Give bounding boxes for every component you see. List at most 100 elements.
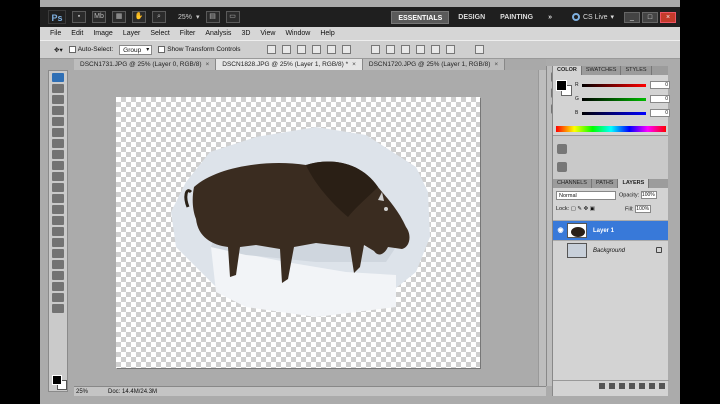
hand-icon[interactable]: ✋ (132, 11, 146, 23)
blur-tool-icon[interactable] (52, 205, 64, 214)
path-selection-tool-icon[interactable] (52, 249, 64, 258)
align-left-icon[interactable] (311, 45, 321, 54)
close-icon[interactable]: × (205, 61, 209, 68)
menu-file[interactable]: File (50, 30, 61, 37)
blend-mode-dropdown[interactable]: Normal (556, 191, 616, 200)
bridge-icon[interactable]: ▪ (72, 11, 86, 23)
layer-row-layer-1[interactable]: ◉ Layer 1 (553, 220, 668, 240)
auto-align-icon[interactable] (474, 45, 484, 54)
distribute-right-icon[interactable] (445, 45, 455, 54)
align-right-icon[interactable] (341, 45, 351, 54)
align-vcenter-icon[interactable] (281, 45, 291, 54)
tab-paths[interactable]: PATHS (592, 179, 619, 188)
align-bottom-icon[interactable] (296, 45, 306, 54)
menu-3d[interactable]: 3D (241, 30, 250, 37)
close-icon[interactable]: × (494, 61, 498, 68)
layer-row-background[interactable]: Background (553, 240, 668, 260)
visibility-eye-icon[interactable]: ◉ (556, 226, 565, 235)
view-extras-icon[interactable]: ▦ (112, 11, 126, 23)
menu-analysis[interactable]: Analysis (205, 30, 231, 37)
menu-select[interactable]: Select (150, 30, 169, 37)
new-group-icon[interactable] (639, 382, 645, 389)
layer-name[interactable]: Background (593, 241, 625, 261)
blue-ramp[interactable] (582, 112, 646, 115)
move-tool-icon[interactable] (52, 73, 64, 82)
distribute-hcenter-icon[interactable] (430, 45, 440, 54)
zoom-tool-icon[interactable] (52, 304, 64, 313)
mini-bridge-icon[interactable]: Mb (92, 11, 106, 23)
auto-select-checkbox[interactable]: Auto-Select: (68, 45, 113, 53)
distribute-vcenter-icon[interactable] (385, 45, 395, 54)
healing-brush-tool-icon[interactable] (52, 139, 64, 148)
lock-transparency-icon[interactable]: ▢ (571, 206, 576, 212)
cs-live-button[interactable]: CS Live ▾ (571, 13, 614, 21)
eraser-tool-icon[interactable] (52, 183, 64, 192)
distribute-left-icon[interactable] (415, 45, 425, 54)
tab-styles[interactable]: STYLES (621, 66, 652, 75)
lock-position-icon[interactable]: ✥ (584, 206, 589, 212)
masks-icon[interactable] (557, 162, 567, 172)
auto-select-dropdown[interactable]: Group (119, 44, 153, 55)
tab-dscn1731[interactable]: DSCN1731.JPG @ 25% (Layer 0, RGB/8) × (74, 59, 217, 70)
crop-tool-icon[interactable] (52, 117, 64, 126)
green-slider[interactable]: G 0 (575, 95, 670, 103)
brush-tool-icon[interactable] (52, 150, 64, 159)
marquee-tool-icon[interactable] (52, 84, 64, 93)
menu-view[interactable]: View (260, 30, 275, 37)
show-transform-checkbox[interactable]: Show Transform Controls (158, 45, 241, 53)
menu-window[interactable]: Window (285, 30, 310, 37)
lock-image-icon[interactable]: ✎ (577, 206, 582, 212)
menu-filter[interactable]: Filter (180, 30, 196, 37)
lasso-tool-icon[interactable] (52, 95, 64, 104)
blue-value[interactable]: 0 (650, 109, 670, 117)
green-value[interactable]: 0 (650, 95, 670, 103)
close-icon[interactable]: × (352, 61, 356, 68)
3d-rotate-tool-icon[interactable] (52, 271, 64, 280)
3d-orbit-tool-icon[interactable] (52, 282, 64, 291)
menu-layer[interactable]: Layer (123, 30, 141, 37)
red-slider[interactable]: R 0 (575, 81, 670, 89)
distribute-top-icon[interactable] (370, 45, 380, 54)
color-spectrum[interactable] (556, 126, 666, 132)
fill-input[interactable]: 100% (635, 205, 652, 213)
type-tool-icon[interactable] (52, 238, 64, 247)
eyedropper-tool-icon[interactable] (52, 128, 64, 137)
adjustments-icon[interactable] (557, 144, 567, 154)
red-ramp[interactable] (582, 84, 646, 87)
hand-tool-icon[interactable] (52, 293, 64, 302)
new-adjustment-icon[interactable] (629, 382, 635, 389)
zoom-level-select[interactable]: 25% ▾ (178, 13, 200, 22)
tab-layers[interactable]: LAYERS (618, 179, 650, 188)
minimize-button[interactable]: _ (624, 11, 640, 23)
tab-color[interactable]: COLOR (553, 66, 582, 75)
layer-style-icon[interactable] (609, 382, 615, 389)
visibility-eye-icon[interactable] (556, 246, 565, 255)
distribute-bottom-icon[interactable] (400, 45, 410, 54)
menu-help[interactable]: Help (320, 30, 334, 37)
tab-dscn1720[interactable]: DSCN1720.JPG @ 25% (Layer 1, RGB/8) × (362, 59, 506, 70)
clone-stamp-tool-icon[interactable] (52, 161, 64, 170)
add-mask-icon[interactable] (619, 382, 625, 389)
close-button[interactable]: × (660, 11, 676, 23)
screen-mode-icon[interactable]: ▭ (225, 11, 240, 23)
tab-channels[interactable]: CHANNELS (553, 179, 592, 188)
menu-image[interactable]: Image (93, 30, 112, 37)
foreground-color-box[interactable] (556, 80, 567, 91)
history-brush-tool-icon[interactable] (52, 172, 64, 181)
new-layer-icon[interactable] (649, 382, 655, 389)
link-layers-icon[interactable] (599, 382, 605, 389)
shape-tool-icon[interactable] (52, 260, 64, 269)
maximize-button[interactable]: □ (642, 11, 658, 23)
arrange-documents-icon[interactable]: ▤ (205, 11, 220, 23)
move-tool-icon[interactable]: ✥▾ (54, 46, 63, 54)
align-top-icon[interactable] (266, 45, 276, 54)
blue-slider[interactable]: B 0 (575, 109, 670, 117)
green-ramp[interactable] (582, 98, 646, 101)
zoom-tool-icon[interactable]: ⌕ (152, 11, 166, 23)
red-value[interactable]: 0 (650, 81, 670, 89)
layer-name[interactable]: Layer 1 (593, 221, 614, 241)
quick-select-tool-icon[interactable] (52, 106, 64, 115)
workspace-painting[interactable]: PAINTING (494, 11, 539, 24)
tab-swatches[interactable]: SWATCHES (582, 66, 622, 75)
tab-dscn1828[interactable]: DSCN1828.JPG @ 25% (Layer 1, RGB/8) * × (216, 59, 363, 70)
